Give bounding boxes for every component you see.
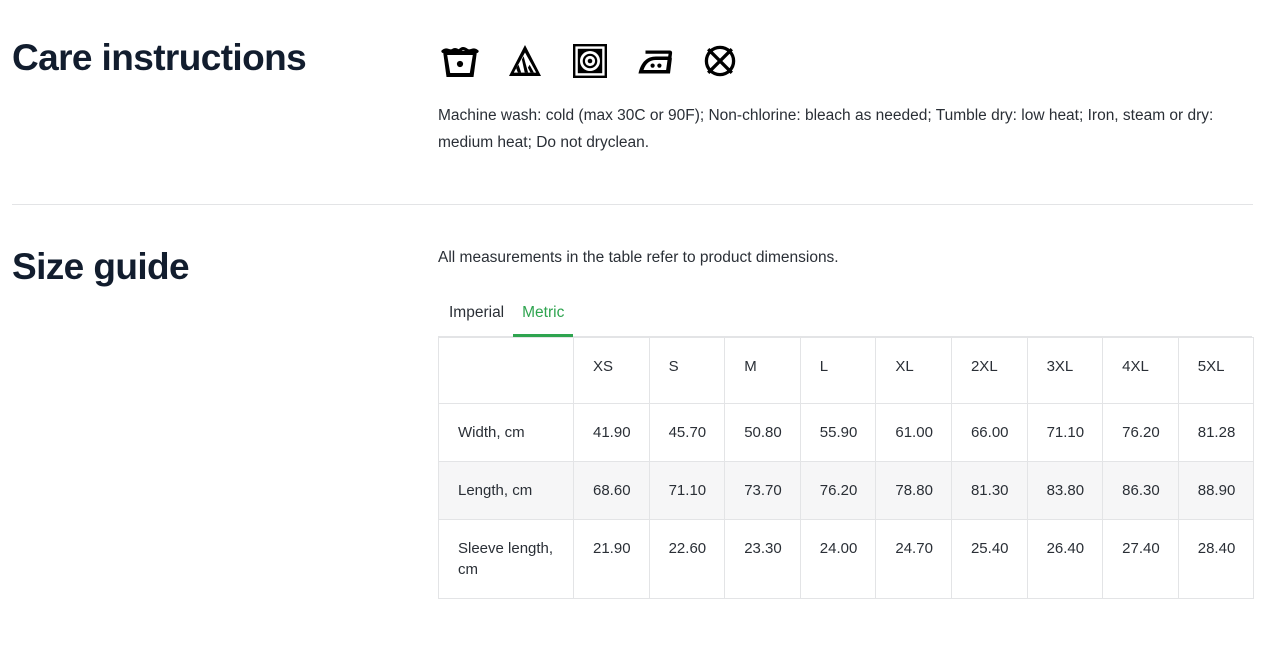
size-table-head: XS S M L XL 2XL 3XL 4XL 5XL [438,337,1255,404]
column-header-s: S [648,337,726,404]
column-header-m: M [724,337,801,404]
care-instructions-text: Machine wash: cold (max 30C or 90F); Non… [438,107,1214,151]
cell-length-4xl: 86.30 [1102,461,1179,520]
table-corner-header [438,337,574,404]
table-row: Length, cm 68.60 71.10 73.70 76.20 78.80… [438,461,1255,520]
cell-length-xl: 78.80 [875,461,952,520]
cell-length-l: 76.20 [799,461,877,520]
cell-width-m: 50.80 [724,403,801,462]
cell-width-3xl: 71.10 [1026,403,1104,462]
size-guide-note: All measurements in the table refer to p… [438,249,839,266]
size-table-body: Width, cm 41.90 45.70 50.80 55.90 61.00 … [438,403,1255,599]
size-guide-section: Size guide All measurements in the table… [0,205,1261,599]
size-table-wrapper: XS S M L XL 2XL 3XL 4XL 5XL Width, cm 41… [438,337,1255,599]
unit-tabs: Imperial Metric [438,303,1252,337]
cell-width-s: 45.70 [648,403,726,462]
care-instructions-title: Care instructions [12,37,307,78]
cell-width-4xl: 76.20 [1102,403,1179,462]
care-instructions-section: Care instructions Machine wash: cold (ma… [0,0,1261,156]
cell-width-xl: 61.00 [875,403,952,462]
care-symbol-row [438,38,1253,84]
table-row: Sleeve length, cm 21.90 22.60 23.30 24.0… [438,519,1255,599]
tumble-dry-low-icon [573,44,607,78]
iron-medium-heat-icon [638,50,673,74]
machine-wash-cold-icon [441,46,479,77]
column-header-3xl: 3XL [1026,337,1104,404]
cell-sleeve-2xl: 25.40 [950,519,1028,599]
tab-metric[interactable]: Metric [513,303,574,337]
table-row: Width, cm 41.90 45.70 50.80 55.90 61.00 … [438,403,1255,462]
cell-sleeve-3xl: 26.40 [1026,519,1104,599]
tab-imperial[interactable]: Imperial [440,303,513,336]
table-header-row: XS S M L XL 2XL 3XL 4XL 5XL [438,337,1255,404]
cell-width-xs: 41.90 [573,403,650,462]
cell-width-2xl: 66.00 [950,403,1028,462]
column-header-xs: XS [573,337,650,404]
column-header-xl: XL [875,337,952,404]
cell-length-2xl: 81.30 [950,461,1028,520]
do-not-dryclean-icon [704,45,736,77]
cell-length-5xl: 88.90 [1177,461,1255,520]
size-guide-body: All measurements in the table refer to p… [438,247,1255,599]
column-header-4xl: 4XL [1102,337,1179,404]
size-table: XS S M L XL 2XL 3XL 4XL 5XL Width, cm 41… [438,337,1255,599]
row-label-length: Length, cm [438,461,574,520]
non-chlorine-bleach-icon [509,45,541,76]
cell-length-m: 73.70 [724,461,801,520]
cell-sleeve-m: 23.30 [724,519,801,599]
column-header-l: L [799,337,877,404]
row-label-width: Width, cm [438,403,574,462]
cell-sleeve-5xl: 28.40 [1177,519,1255,599]
cell-length-xs: 68.60 [573,461,650,520]
row-label-sleeve-length: Sleeve length, cm [438,519,574,599]
product-details-page: Care instructions Machine wash: cold (ma… [0,0,1261,663]
column-header-2xl: 2XL [950,337,1028,404]
column-header-5xl: 5XL [1177,337,1255,404]
care-instructions-body: Machine wash: cold (max 30C or 90F); Non… [438,38,1253,156]
size-guide-title: Size guide [12,246,190,287]
cell-sleeve-4xl: 27.40 [1102,519,1179,599]
cell-width-l: 55.90 [799,403,877,462]
cell-width-5xl: 81.28 [1177,403,1255,462]
cell-sleeve-l: 24.00 [799,519,877,599]
cell-sleeve-s: 22.60 [648,519,726,599]
cell-length-3xl: 83.80 [1026,461,1104,520]
cell-sleeve-xs: 21.90 [573,519,650,599]
cell-sleeve-xl: 24.70 [875,519,952,599]
cell-length-s: 71.10 [648,461,726,520]
